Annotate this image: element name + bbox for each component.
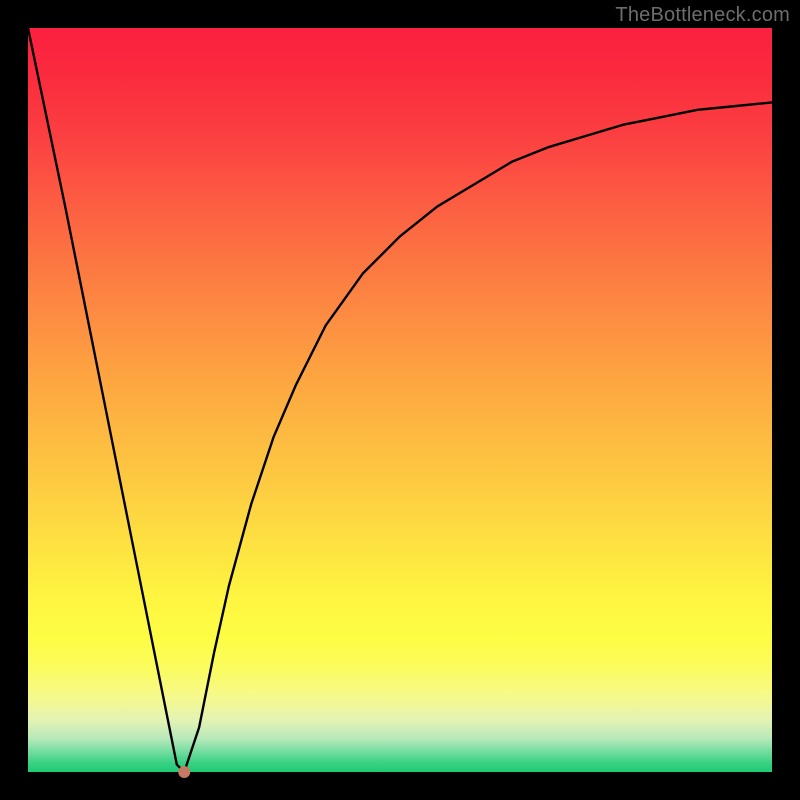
optimal-point-marker (178, 766, 190, 778)
chart-frame: TheBottleneck.com (0, 0, 800, 800)
curve-layer (28, 28, 772, 772)
watermark-text: TheBottleneck.com (615, 4, 790, 27)
plot-area (28, 28, 772, 772)
bottleneck-curve (28, 28, 772, 772)
